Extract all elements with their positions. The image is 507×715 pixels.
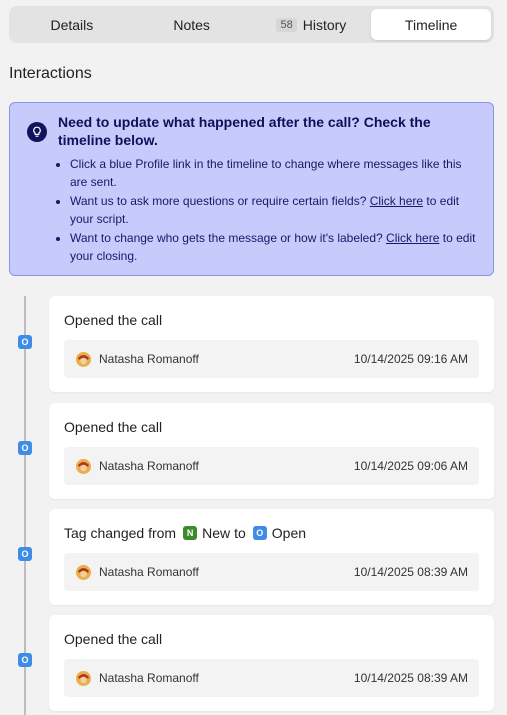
info-text: Want us to ask more questions or require… bbox=[70, 194, 367, 208]
open-status-marker: O bbox=[18, 547, 32, 561]
from-tag-label: New bbox=[202, 525, 231, 541]
avatar bbox=[75, 458, 92, 475]
user-name: Natasha Romanoff bbox=[99, 459, 199, 473]
event-meta: Natasha Romanoff 10/14/2025 09:16 AM bbox=[64, 340, 479, 378]
event-title: Opened the call bbox=[64, 631, 163, 647]
event-title-text: Tag changed from bbox=[64, 525, 177, 541]
tab-label: Timeline bbox=[404, 16, 458, 33]
event-meta: Natasha Romanoff 10/14/2025 08:39 AM bbox=[64, 659, 479, 697]
user-name: Natasha Romanoff bbox=[99, 352, 199, 366]
info-bullet: Want us to ask more questions or require… bbox=[70, 192, 481, 228]
event-meta: Natasha Romanoff 10/14/2025 09:06 AM bbox=[64, 447, 479, 485]
event-timestamp: 10/14/2025 09:16 AM bbox=[353, 352, 468, 366]
avatar bbox=[75, 351, 92, 368]
user-name: Natasha Romanoff bbox=[99, 565, 199, 579]
timeline-card: Tag changed from N New to O Open Natasha… bbox=[49, 509, 494, 605]
tab-label: History bbox=[302, 16, 347, 33]
info-bullet: Want to change who gets the message or h… bbox=[70, 229, 481, 265]
history-count-badge: 58 bbox=[276, 17, 297, 32]
info-callout: Need to update what happened after the c… bbox=[9, 102, 494, 276]
event-title-text: to bbox=[234, 525, 246, 541]
event-timestamp: 10/14/2025 08:39 AM bbox=[353, 671, 468, 685]
open-status-marker: O bbox=[18, 441, 32, 455]
tab-label: Notes bbox=[173, 16, 210, 33]
event-timestamp: 10/14/2025 09:06 AM bbox=[353, 459, 468, 473]
info-heading: Need to update what happened after the c… bbox=[58, 114, 431, 148]
open-status-marker: O bbox=[18, 335, 32, 349]
event-meta: Natasha Romanoff 10/14/2025 08:39 AM bbox=[64, 553, 479, 591]
info-list: Click a blue Profile link in the timelin… bbox=[58, 155, 481, 265]
timeline-card: Opened the call Natasha Romanoff 10/14/2… bbox=[49, 296, 494, 392]
tab-notes[interactable]: Notes bbox=[132, 9, 252, 40]
tab-bar: Details Notes 58 History Timeline bbox=[9, 6, 494, 43]
open-tag-badge: O bbox=[252, 526, 267, 540]
avatar bbox=[75, 670, 92, 687]
event-title: Opened the call bbox=[64, 312, 163, 328]
to-tag-label: Open bbox=[271, 525, 307, 541]
new-tag-badge: N bbox=[183, 526, 198, 540]
event-title: Opened the call bbox=[64, 419, 163, 435]
lightbulb-icon bbox=[27, 122, 47, 142]
tab-label: Details bbox=[50, 16, 94, 33]
timeline-card: Opened the call Natasha Romanoff 10/14/2… bbox=[49, 403, 494, 499]
tab-history[interactable]: 58 History bbox=[252, 9, 372, 40]
tab-details[interactable]: Details bbox=[12, 9, 132, 40]
timeline-card: Opened the call Natasha Romanoff 10/14/2… bbox=[49, 615, 494, 711]
edit-script-link[interactable]: Click here bbox=[370, 194, 423, 208]
edit-closing-link[interactable]: Click here bbox=[386, 231, 439, 245]
info-text: Want to change who gets the message or h… bbox=[70, 231, 383, 245]
event-title: Tag changed from N New to O Open bbox=[64, 525, 306, 541]
tab-timeline[interactable]: Timeline bbox=[371, 9, 491, 40]
avatar bbox=[75, 564, 92, 581]
open-status-marker: O bbox=[18, 653, 32, 667]
info-bullet: Click a blue Profile link in the timelin… bbox=[70, 155, 481, 191]
section-title: Interactions bbox=[9, 65, 92, 82]
user-name: Natasha Romanoff bbox=[99, 671, 199, 685]
event-timestamp: 10/14/2025 08:39 AM bbox=[353, 565, 468, 579]
